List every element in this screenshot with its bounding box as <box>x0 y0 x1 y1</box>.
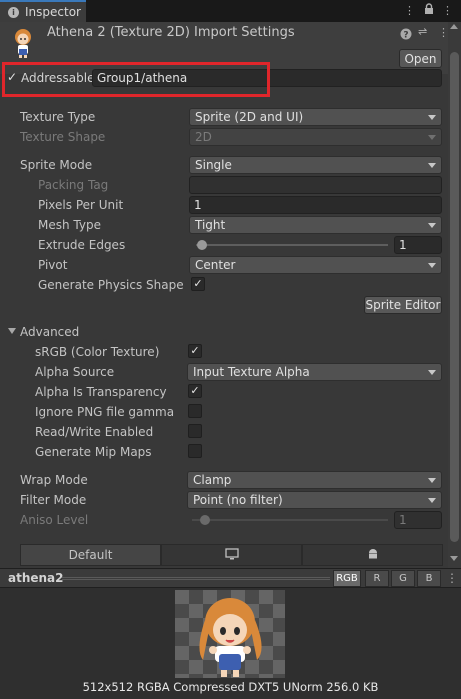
packing-tag-label: Packing Tag <box>38 178 109 192</box>
tab-bar: i Inspector ⋮ ⋮ <box>0 0 461 22</box>
texture-type-dropdown[interactable]: Sprite (2D and UI) <box>189 108 442 126</box>
texture-type-value: Sprite (2D and UI) <box>195 110 304 124</box>
pivot-label: Pivot <box>38 258 68 272</box>
alpha-source-value: Input Texture Alpha <box>193 365 310 379</box>
mesh-type-dropdown[interactable]: Tight <box>189 216 442 234</box>
filter-mode-value: Point (no filter) <box>193 493 283 507</box>
pivot-value: Center <box>195 258 236 272</box>
chevron-down-icon <box>428 223 436 228</box>
sprite-mode-value: Single <box>195 158 232 172</box>
channel-r-button[interactable]: R <box>365 570 389 587</box>
srgb-checkbox[interactable]: ✓ <box>188 344 202 358</box>
packing-tag-field <box>189 176 442 194</box>
wrap-mode-label: Wrap Mode <box>20 473 88 487</box>
sprite-mode-label: Sprite Mode <box>20 158 93 172</box>
extrude-edges-slider-thumb[interactable] <box>197 240 207 250</box>
tab-inspector[interactable]: i Inspector <box>0 0 86 22</box>
tab-standalone-platform[interactable] <box>161 544 302 566</box>
channel-rgb-button[interactable]: RGB <box>333 570 361 587</box>
settings-icon[interactable]: ⇌ <box>418 25 427 38</box>
preview-info-text: 512x512 RGBA Compressed DXT5 UNorm 256.0… <box>82 680 379 694</box>
texture-shape-dropdown: 2D <box>189 128 442 146</box>
preview-toolbar: athena2 RGB R G B ⋮ <box>0 568 461 588</box>
aniso-level-label: Aniso Level <box>20 513 89 527</box>
svg-text:?: ? <box>403 31 408 41</box>
collapse-arrow-icon[interactable] <box>8 328 16 334</box>
chevron-down-icon <box>428 370 436 375</box>
check-icon: ✓ <box>193 277 203 290</box>
preview-drag-handle[interactable] <box>62 577 330 580</box>
wrap-mode-value: Clamp <box>193 473 232 487</box>
ignore-png-gamma-label: Ignore PNG file gamma <box>35 405 175 419</box>
advanced-foldout-label[interactable]: Advanced <box>20 325 79 339</box>
page-title: Athena 2 (Texture 2D) Import Settings <box>47 25 295 40</box>
check-icon: ✓ <box>190 384 200 397</box>
preview-asset-name: athena2 <box>8 571 64 585</box>
sprite-character-icon <box>9 27 37 59</box>
filter-mode-dropdown[interactable]: Point (no filter) <box>187 491 442 509</box>
aniso-level-field: 1 <box>394 511 442 529</box>
monitor-icon <box>224 547 239 563</box>
chevron-down-icon <box>428 478 436 483</box>
tab-default-platform[interactable]: Default <box>20 544 161 566</box>
chevron-down-icon <box>428 115 436 120</box>
generate-mip-maps-label: Generate Mip Maps <box>35 445 152 459</box>
chevron-down-icon <box>428 498 436 503</box>
addressable-highlight-box <box>2 62 270 97</box>
chevron-down-icon <box>428 263 436 268</box>
read-write-checkbox[interactable] <box>188 424 202 438</box>
sprite-mode-dropdown[interactable]: Single <box>189 156 442 174</box>
generate-physics-shape-label: Generate Physics Shape <box>38 278 184 292</box>
channel-g-button[interactable]: G <box>391 570 415 587</box>
texture-type-label: Texture Type <box>20 110 96 124</box>
srgb-label: sRGB (Color Texture) <box>35 345 160 359</box>
lock-icon[interactable] <box>424 3 434 18</box>
kebab-menu-icon[interactable]: ⋮ <box>442 4 453 17</box>
open-button[interactable]: Open <box>399 49 442 68</box>
tab-android-platform[interactable] <box>302 544 443 566</box>
check-icon: ✓ <box>190 344 200 357</box>
kebab-menu-icon[interactable]: ⋮ <box>404 4 415 17</box>
platform-tabs: Default <box>20 544 443 566</box>
extrude-edges-slider-track[interactable] <box>196 244 388 246</box>
chevron-down-icon <box>428 163 436 168</box>
android-icon <box>367 548 379 563</box>
mesh-type-value: Tight <box>195 218 226 232</box>
sprite-editor-button[interactable]: Sprite Editor <box>364 296 442 314</box>
mesh-type-label: Mesh Type <box>38 218 101 232</box>
alpha-is-transparency-label: Alpha Is Transparency <box>35 385 167 399</box>
scrollbar-thumb[interactable] <box>450 52 459 542</box>
scroll-down-icon[interactable] <box>450 556 458 561</box>
inspector-panel: Athena 2 (Texture 2D) Import Settings ? … <box>0 22 461 568</box>
kebab-menu-icon[interactable]: ⋮ <box>446 571 458 585</box>
read-write-label: Read/Write Enabled <box>35 425 154 439</box>
filter-mode-label: Filter Mode <box>20 493 87 507</box>
aniso-level-slider-track <box>192 519 388 521</box>
help-icon[interactable]: ? <box>400 28 412 43</box>
channel-b-button[interactable]: B <box>417 570 441 587</box>
aniso-level-slider-thumb <box>200 515 210 525</box>
alpha-is-transparency-checkbox[interactable]: ✓ <box>188 384 202 398</box>
ignore-png-gamma-checkbox[interactable] <box>188 404 202 418</box>
tab-label: Inspector <box>25 5 81 19</box>
texture-preview: 512x512 RGBA Compressed DXT5 UNorm 256.0… <box>0 588 461 699</box>
extrude-edges-label: Extrude Edges <box>38 238 126 252</box>
generate-mip-maps-checkbox[interactable] <box>188 444 202 458</box>
texture-shape-label: Texture Shape <box>20 130 106 144</box>
preview-checker-background <box>175 590 285 678</box>
extrude-edges-field[interactable]: 1 <box>394 236 442 254</box>
chevron-down-icon <box>428 135 436 140</box>
scroll-up-icon[interactable] <box>450 24 458 29</box>
generate-physics-shape-checkbox[interactable]: ✓ <box>191 277 205 291</box>
info-icon: i <box>8 6 19 18</box>
sprite-preview-image <box>199 598 262 677</box>
pixels-per-unit-label: Pixels Per Unit <box>38 198 124 212</box>
wrap-mode-dropdown[interactable]: Clamp <box>187 471 442 489</box>
alpha-source-label: Alpha Source <box>35 365 115 379</box>
pixels-per-unit-field[interactable]: 1 <box>189 196 442 214</box>
alpha-source-dropdown[interactable]: Input Texture Alpha <box>187 363 442 381</box>
pivot-dropdown[interactable]: Center <box>189 256 442 274</box>
texture-shape-value: 2D <box>195 130 212 144</box>
